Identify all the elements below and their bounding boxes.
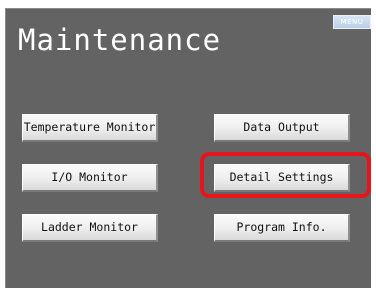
ladder-monitor-button[interactable]: Ladder Monitor bbox=[22, 214, 158, 242]
temperature-monitor-button[interactable]: Temperature Monitor bbox=[22, 114, 158, 142]
detail-settings-button[interactable]: Detail Settings bbox=[214, 164, 350, 192]
maintenance-screen: Maintenance MENU bbox=[5, 8, 371, 288]
page-title: Maintenance bbox=[18, 23, 222, 57]
io-monitor-button[interactable]: I/O Monitor bbox=[22, 164, 158, 192]
data-output-button[interactable]: Data Output bbox=[214, 114, 350, 142]
menu-button[interactable]: MENU bbox=[333, 15, 371, 29]
program-info-button[interactable]: Program Info. bbox=[214, 214, 350, 242]
